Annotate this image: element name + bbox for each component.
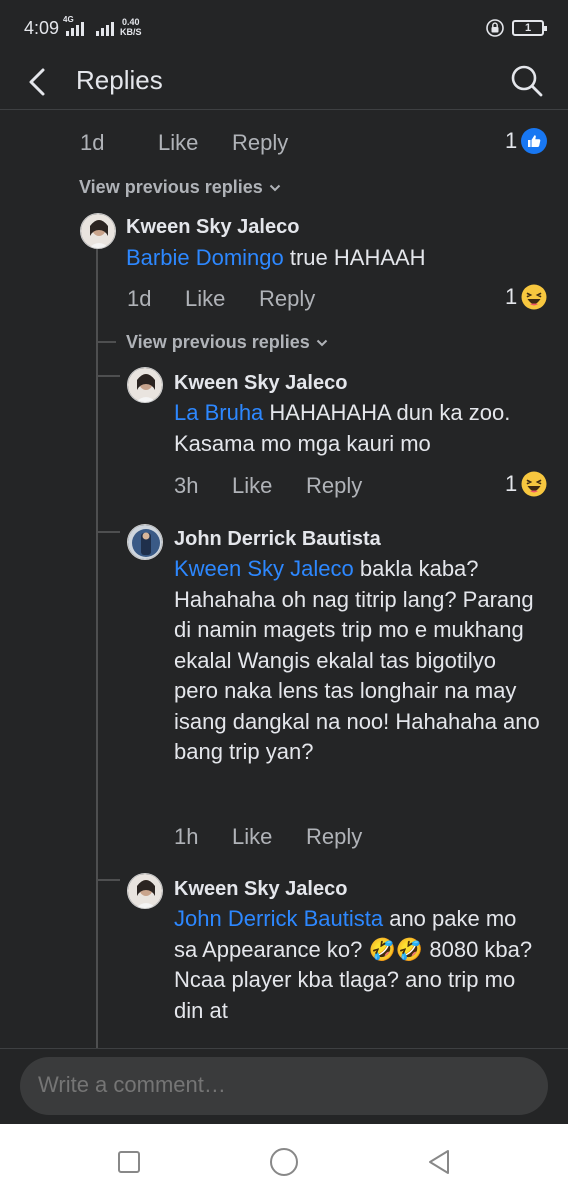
view-previous-replies-label: View previous replies <box>126 332 310 352</box>
replies-thread: 1d Like Reply 1 View previous replies Kw… <box>0 110 568 1048</box>
mention-link[interactable]: La Bruha <box>174 400 263 425</box>
comment-composer <box>0 1048 568 1124</box>
thread-line <box>96 245 98 1048</box>
comment-actions: 1d Like Reply <box>80 130 288 156</box>
avatar[interactable] <box>127 367 163 403</box>
avatar[interactable] <box>80 213 116 249</box>
page-title: Replies <box>76 65 163 95</box>
chevron-down-icon <box>316 339 327 346</box>
comment-time: 3h <box>174 473 199 498</box>
haha-reaction-icon <box>521 284 547 310</box>
chevron-down-icon <box>269 184 280 191</box>
comment-time: 1h <box>174 824 199 849</box>
rotation-lock-icon <box>486 19 504 37</box>
status-bar: 4:09 4G 0.40 KB/S 1 <box>0 0 568 60</box>
comment-actions: 1h Like Reply <box>174 824 362 850</box>
net-speed-unit: KB/S <box>120 27 142 37</box>
reaction-summary[interactable]: 1 <box>505 284 547 310</box>
reaction-count: 1 <box>505 284 518 309</box>
comment-author[interactable]: Kween Sky Jaleco <box>174 372 347 395</box>
signal-icon <box>66 20 84 36</box>
avatar[interactable] <box>127 524 163 560</box>
thread-connector <box>96 375 120 377</box>
home-button[interactable] <box>270 1148 298 1176</box>
recents-button[interactable] <box>118 1151 140 1173</box>
reaction-count: 1 <box>505 128 518 153</box>
comment-author[interactable]: Kween Sky Jaleco <box>174 878 347 901</box>
like-link[interactable]: Like <box>158 130 212 156</box>
net-speed: 0.40 KB/S <box>120 17 142 37</box>
reply-link[interactable]: Reply <box>259 286 315 312</box>
signal-icon-2 <box>96 20 114 36</box>
comment-time: 1d <box>80 130 105 155</box>
like-link[interactable]: Like <box>185 286 239 312</box>
comment-actions: 3h Like Reply <box>174 473 362 499</box>
comment-text: Barbie Domingo true HAHAAH <box>126 243 546 274</box>
thread-connector <box>96 879 120 881</box>
haha-reaction-icon <box>521 471 547 497</box>
comment-author[interactable]: Kween Sky Jaleco <box>126 216 299 239</box>
view-previous-replies[interactable]: View previous replies <box>126 332 328 353</box>
back-triangle-icon[interactable] <box>426 1148 452 1176</box>
app-header: Replies <box>0 60 568 110</box>
thread-connector <box>96 531 120 533</box>
mention-link[interactable]: John Derrick Bautista <box>174 906 383 931</box>
search-icon[interactable] <box>510 64 544 98</box>
comment-actions: 1d Like Reply <box>127 286 315 312</box>
status-time: 4:09 <box>24 18 60 38</box>
mention-link[interactable]: Barbie Domingo <box>126 245 284 270</box>
reply-link[interactable]: Reply <box>306 824 362 850</box>
comment-body: bakla kaba? Hahahaha oh nag titrip lang?… <box>174 556 540 764</box>
reaction-count: 1 <box>505 471 518 496</box>
reply-link[interactable]: Reply <box>306 473 362 499</box>
view-previous-replies-label: View previous replies <box>79 177 263 197</box>
like-reaction-icon <box>521 128 548 154</box>
thread-connector <box>96 341 116 343</box>
reaction-summary[interactable]: 1 <box>505 471 547 497</box>
reply-link[interactable]: Reply <box>232 130 288 156</box>
comment-text: Kween Sky Jaleco bakla kaba? Hahahaha oh… <box>174 554 544 768</box>
comment-author[interactable]: John Derrick Bautista <box>174 528 381 551</box>
comment-text: La Bruha HAHAHAHA dun ka zoo. Kasama mo … <box>174 398 544 459</box>
battery-icon: 1 <box>512 20 547 36</box>
back-arrow-icon[interactable] <box>22 64 52 100</box>
comment-box[interactable] <box>20 1057 548 1115</box>
reaction-summary[interactable]: 1 <box>505 128 548 154</box>
comment-body: true HAHAAH <box>283 245 426 270</box>
comment-text: John Derrick Bautista ano pake mo sa App… <box>174 904 544 1026</box>
like-link[interactable]: Like <box>232 824 286 850</box>
net-speed-value: 0.40 <box>121 17 140 27</box>
view-previous-replies[interactable]: View previous replies <box>79 177 281 198</box>
mention-link[interactable]: Kween Sky Jaleco <box>174 556 354 581</box>
like-link[interactable]: Like <box>232 473 286 499</box>
system-nav-bar <box>0 1124 568 1200</box>
comment-input[interactable] <box>38 1072 518 1098</box>
comment-time: 1d <box>127 286 152 311</box>
avatar[interactable] <box>127 873 163 909</box>
